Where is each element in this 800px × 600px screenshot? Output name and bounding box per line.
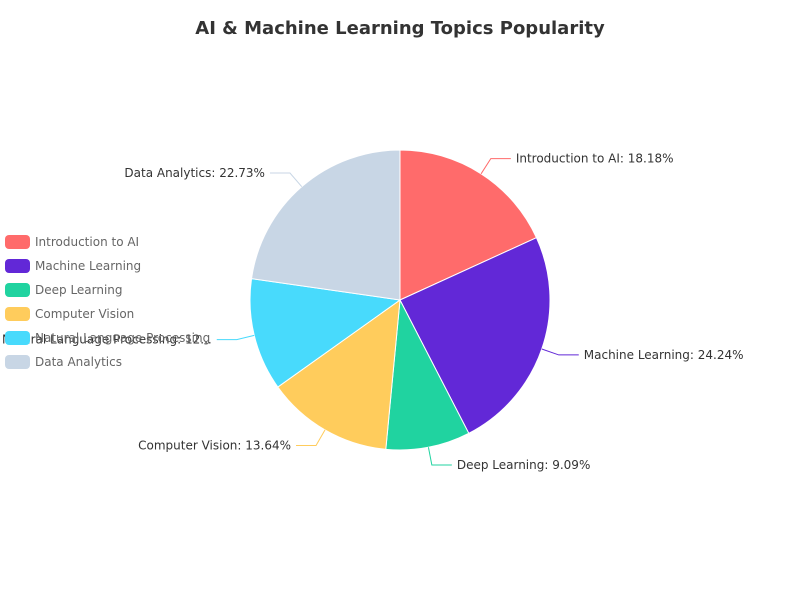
legend-label: Data Analytics (35, 355, 122, 369)
label-line-data-analytics (269, 172, 303, 187)
legend-item-natural-language-processing[interactable]: Natural Language Processing (5, 326, 210, 350)
slice-label-introduction-to-ai: Introduction to AI: 18.18% (516, 152, 674, 166)
label-line-natural-language-processing (216, 334, 255, 341)
legend-item-computer-vision[interactable]: Computer Vision (5, 302, 210, 326)
legend-swatch (5, 259, 30, 273)
legend-label: Natural Language Processing (35, 331, 211, 345)
legend-swatch (5, 307, 30, 321)
legend-label: Computer Vision (35, 307, 135, 321)
label-line-deep-learning (427, 447, 452, 466)
label-line-computer-vision (296, 429, 326, 447)
legend-label: Deep Learning (35, 283, 123, 297)
slice-label-computer-vision: Computer Vision: 13.64% (138, 439, 291, 453)
legend-swatch (5, 331, 30, 345)
legend-swatch (5, 235, 30, 249)
legend-swatch (5, 283, 30, 297)
pie-slices (249, 149, 551, 451)
label-line-machine-learning (541, 348, 579, 356)
legend-item-machine-learning[interactable]: Machine Learning (5, 254, 210, 278)
slice-label-deep-learning: Deep Learning: 9.09% (457, 458, 591, 472)
legend-item-data-analytics[interactable]: Data Analytics (5, 350, 210, 374)
slice-label-data-analytics: Data Analytics: 22.73% (124, 166, 265, 180)
legend-label: Machine Learning (35, 259, 142, 273)
legend-item-deep-learning[interactable]: Deep Learning (5, 278, 210, 302)
legend-swatch (5, 355, 30, 369)
slice-label-machine-learning: Machine Learning: 24.24% (584, 348, 744, 362)
legend: Introduction to AI Machine Learning Deep L… (5, 230, 210, 374)
pie-slice-data-analytics[interactable] (250, 149, 401, 301)
legend-item-introduction-to-ai[interactable]: Introduction to AI (5, 230, 210, 254)
legend-label: Introduction to AI (35, 235, 140, 249)
label-line-introduction-to-ai (480, 158, 511, 175)
